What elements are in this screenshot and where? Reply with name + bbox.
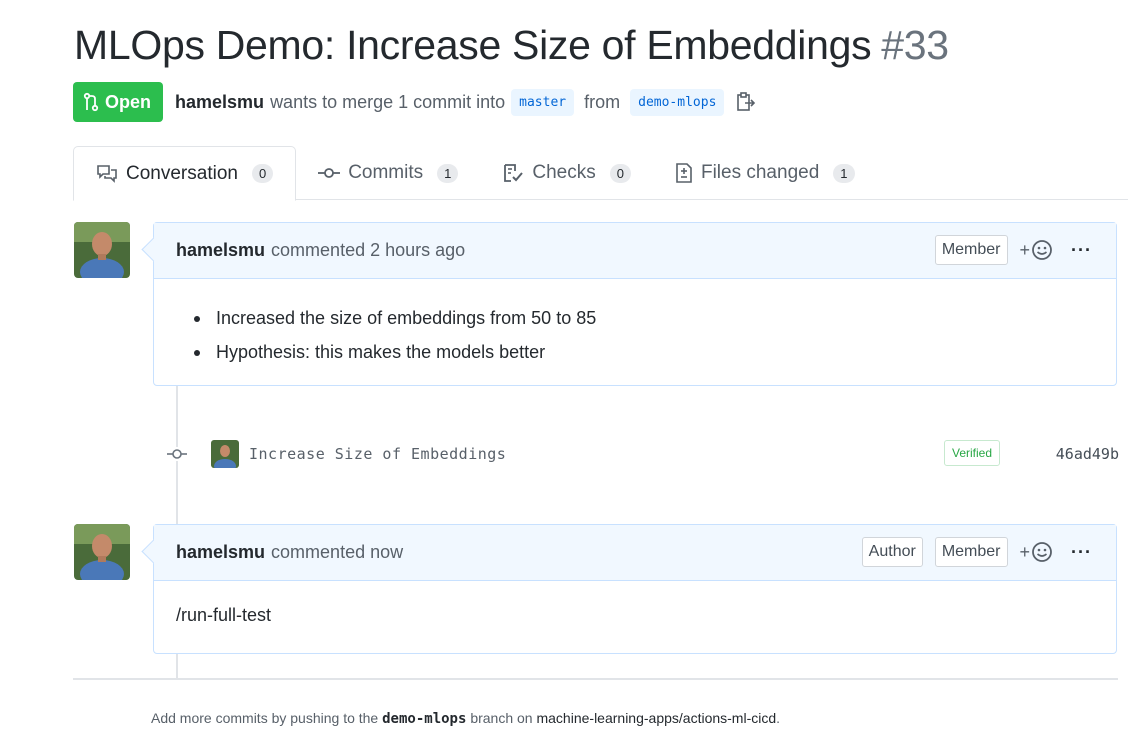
checklist-icon [504,164,524,182]
tab-commits[interactable]: Commits 1 [296,146,480,200]
avatar[interactable] [74,524,130,580]
smiley-icon [1032,240,1052,260]
comment-actions: Member + ··· [934,235,1092,265]
tab-count: 0 [609,163,631,183]
state-badge: Open [73,82,164,122]
head-branch[interactable]: demo-mlops [630,88,725,116]
pr-meta: Open hamelsmu wants to merge 1 commit in… [73,82,756,122]
push-hint-middle: branch on [470,710,533,726]
push-hint-prefix: Add more commits by pushing to the [151,710,379,726]
author-badge: Author [861,537,923,567]
comment-actions: Author Member + ··· [861,537,1092,567]
push-hint-suffix: . [776,710,781,726]
comment-card: hamelsmu commented now Author Member + ·… [153,524,1117,654]
state-label: Open [105,91,152,112]
smiley-icon [1032,542,1052,562]
git-pull-request-icon [83,92,99,112]
tab-checks[interactable]: Checks 0 [480,146,653,200]
kebab-menu-icon[interactable]: ··· [1071,542,1092,563]
tab-label: Commits [348,162,424,183]
comment-author[interactable]: hamelsmu [176,240,265,261]
merge-text: wants to merge 1 commit into [270,91,506,112]
list-item: Increased the size of embeddings from 50… [194,301,1094,335]
comment-timestamp[interactable]: commented 2 hours ago [271,240,465,261]
timeline-divider [73,678,1118,680]
base-branch[interactable]: master [511,88,575,116]
git-commit-icon [163,447,191,461]
comment-timestamp[interactable]: commented now [271,542,403,563]
tab-label: Checks [532,162,596,183]
tab-label: Conversation [126,162,238,184]
from-text: from [584,91,621,112]
git-commit-icon [318,168,341,178]
comment-body: Increased the size of embeddings from 50… [154,279,1116,369]
comment-card: hamelsmu commented 2 hours ago Member + … [153,222,1117,386]
kebab-menu-icon[interactable]: ··· [1071,240,1092,261]
pr-tabs: Conversation 0 Commits 1 Checks 0 Files … [73,146,1128,201]
file-diff-icon [676,163,692,183]
comment-author[interactable]: hamelsmu [176,542,265,563]
commit-message-link[interactable]: Increase Size of Embeddings [249,445,506,463]
member-badge: Member [934,235,1008,265]
push-hint-branch[interactable]: demo-mlops [382,711,466,727]
tab-count: 0 [251,164,274,183]
tab-conversation[interactable]: Conversation 0 [73,146,297,201]
comment-discussion-icon [97,164,117,183]
member-badge: Member [934,537,1008,567]
commit-event: Increase Size of Embeddings Verified 46a… [163,436,1123,472]
push-hint-repo[interactable]: machine-learning-apps/actions-ml-cicd [536,710,776,726]
pr-author-link[interactable]: hamelsmu [175,92,264,113]
commit-author-avatar[interactable] [211,440,239,468]
comment-bullet-list: Increased the size of embeddings from 50… [194,301,1094,369]
tab-count: 1 [833,163,855,183]
tab-label: Files changed [700,162,820,183]
comment-text: /run-full-test [176,605,272,625]
comment-header: hamelsmu commented now Author Member + ·… [154,525,1116,581]
comment-header: hamelsmu commented 2 hours ago Member + … [154,223,1116,279]
pr-number: #33 [881,22,949,68]
add-reaction-button[interactable]: + [1020,541,1054,563]
avatar[interactable] [74,222,130,278]
verified-badge[interactable]: Verified [944,440,1001,466]
tab-count: 1 [437,163,459,183]
push-hint: Add more commits by pushing to the demo-… [151,710,780,727]
comment-body: /run-full-test [154,581,1116,650]
clipboard-copy-icon[interactable] [736,91,756,113]
commit-sha-link[interactable]: 46ad49b [1056,445,1119,463]
tab-files-changed[interactable]: Files changed 1 [653,146,877,200]
add-reaction-button[interactable]: + [1020,239,1054,261]
pr-title: MLOps Demo: Increase Size of Embeddings #… [74,22,949,69]
pr-title-text: MLOps Demo: Increase Size of Embeddings [74,22,872,68]
list-item: Hypothesis: this makes the models better [194,335,1094,369]
